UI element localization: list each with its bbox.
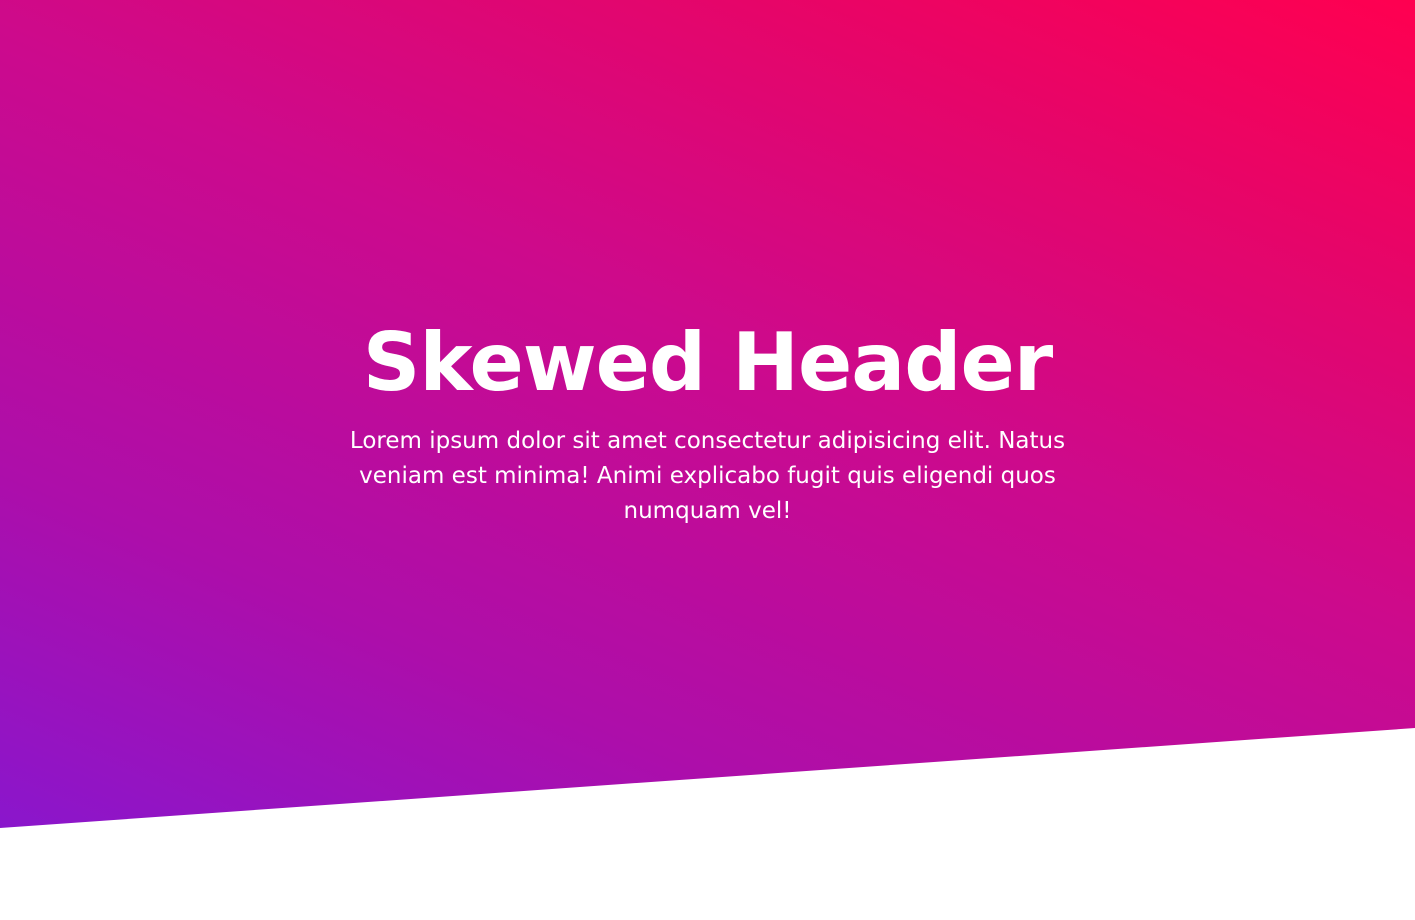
page: Skewed Header Lorem ipsum dolor sit amet… [0,0,1415,920]
page-title: Skewed Header [362,316,1053,409]
hero-description: Lorem ipsum dolor sit amet consectetur a… [349,428,1066,524]
hero-content: Skewed Header Lorem ipsum dolor sit amet… [0,320,1415,529]
